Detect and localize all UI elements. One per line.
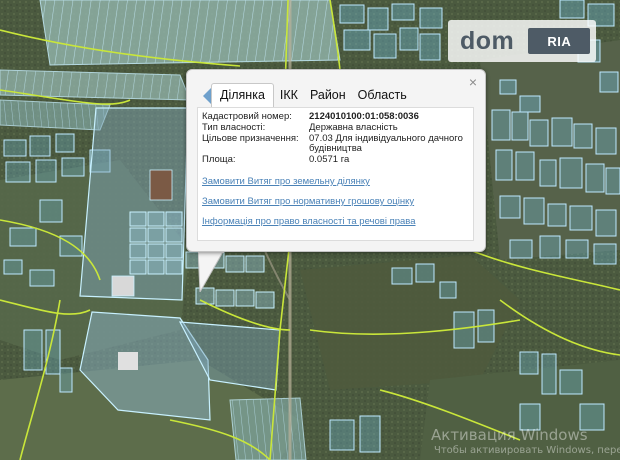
field-value: 07.03 Для індивідуального дачного будівн…: [309, 133, 463, 154]
field-value: 0.0571 га: [309, 154, 350, 165]
order-land-extract-link[interactable]: Замовити Витяг про земельну ділянку: [202, 176, 370, 187]
parcel-info-popup: Ділянка ІКК Район Область × Кадастровий …: [186, 69, 486, 252]
tab-parcel[interactable]: Ділянка: [211, 83, 274, 109]
field-value: 2124010100:01:058:0036: [309, 111, 419, 122]
popup-pointer: [198, 250, 224, 292]
parcel-strips[interactable]: [229, 397, 307, 460]
popup-tabs: Ділянка ІКК Район Область: [211, 83, 413, 109]
tab-region[interactable]: Область: [352, 83, 413, 109]
parcel-details: Кадастровий номер: 2124010100:01:058:003…: [197, 107, 474, 241]
windows-activation-title: Активация Windows: [431, 426, 588, 444]
building: [149, 169, 173, 201]
parcel-strips[interactable]: [0, 99, 111, 131]
building: [118, 352, 138, 370]
dom-ria-watermark: dom RIA: [448, 20, 596, 62]
ownership-rights-info-link[interactable]: Інформація про право власності та речові…: [202, 216, 416, 227]
parcel-strips[interactable]: [0, 69, 191, 101]
building: [111, 275, 135, 297]
field-label: Цільове призначення:: [202, 133, 299, 144]
close-icon[interactable]: ×: [469, 75, 477, 89]
watermark-ria-badge: RIA: [528, 28, 591, 54]
field-label: Кадастровий номер:: [202, 111, 292, 122]
tab-district[interactable]: Район: [304, 83, 352, 109]
back-arrow-icon[interactable]: [203, 88, 211, 104]
order-valuation-extract-link[interactable]: Замовити Витяг про нормативну грошову оц…: [202, 196, 414, 207]
watermark-dom-text: dom: [460, 26, 515, 55]
field-label: Тип власності:: [202, 122, 266, 133]
tab-ikk[interactable]: ІКК: [274, 83, 304, 109]
field-value: Державна власність: [309, 122, 398, 133]
field-label: Площа:: [202, 154, 236, 165]
watermark-ria-text: RIA: [547, 33, 572, 49]
parcel-strips[interactable]: [39, 0, 341, 66]
windows-activation-subtitle: Чтобы активировать Windows, пере: [434, 445, 620, 456]
